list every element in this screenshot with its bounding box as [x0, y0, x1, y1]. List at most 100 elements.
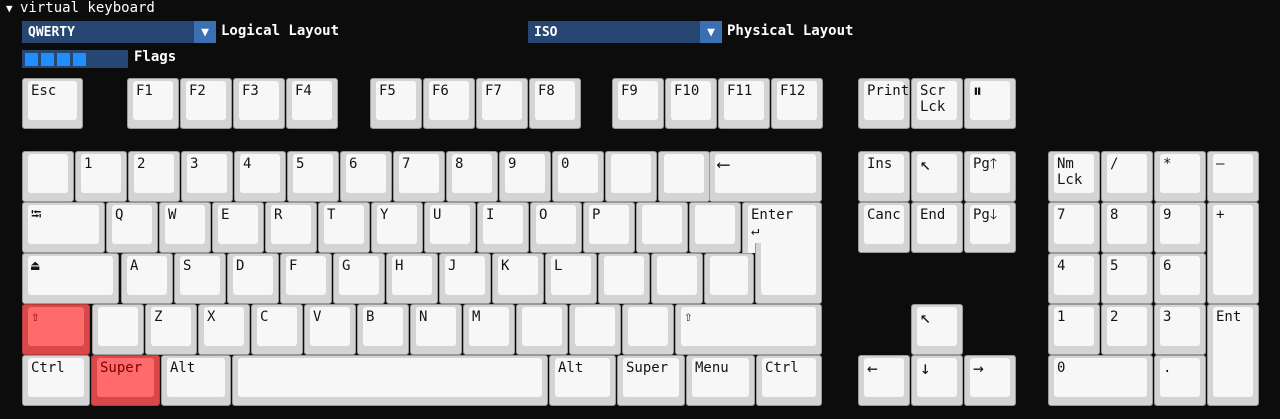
key-kp-enter[interactable]: Ent [1207, 304, 1259, 406]
key-print[interactable]: Print [858, 78, 910, 129]
key-v[interactable]: V [304, 304, 356, 355]
key-right-bracket[interactable] [689, 202, 741, 253]
key-kp-6[interactable]: 6 [1154, 253, 1206, 304]
key-kp-0[interactable]: 0 [1048, 355, 1153, 406]
key-q[interactable]: Q [106, 202, 158, 253]
key-kp-decimal[interactable]: . [1154, 355, 1206, 406]
key-c[interactable]: C [251, 304, 303, 355]
key-u[interactable]: U [424, 202, 476, 253]
key-pause[interactable]: ⏸ [964, 78, 1016, 129]
key-num-lock[interactable]: Nm Lck [1048, 151, 1100, 202]
key-slash[interactable] [622, 304, 674, 355]
key-caps-lock[interactable]: ⏏ [22, 253, 119, 304]
key-period[interactable] [569, 304, 621, 355]
key-f[interactable]: F [280, 253, 332, 304]
key-left-bracket[interactable] [636, 202, 688, 253]
key-kp-9[interactable]: 9 [1154, 202, 1206, 253]
logical-layout-combo[interactable]: QWERTY ▼ [22, 21, 216, 43]
key-page-down[interactable]: Pg🡓 [964, 202, 1016, 253]
key-backspace[interactable]: ⟵ [709, 151, 822, 202]
key-z[interactable]: Z [145, 304, 197, 355]
key-comma[interactable] [516, 304, 568, 355]
key-kp-5[interactable]: 5 [1101, 253, 1153, 304]
key-kp-divide[interactable]: / [1101, 151, 1153, 202]
key-h[interactable]: H [386, 253, 438, 304]
key-f8[interactable]: F8 [529, 78, 581, 129]
key-b[interactable]: B [357, 304, 409, 355]
key-iso-backslash[interactable] [92, 304, 144, 355]
flag-checkbox[interactable] [57, 52, 70, 66]
key-arrow-up[interactable]: ↖ [911, 304, 963, 355]
key-f7[interactable]: F7 [476, 78, 528, 129]
key-r[interactable]: R [265, 202, 317, 253]
key-quote[interactable] [651, 253, 703, 304]
key-alt-gr[interactable]: Alt [549, 355, 616, 406]
key-f4[interactable]: F4 [286, 78, 338, 129]
key-kp-3[interactable]: 3 [1154, 304, 1206, 355]
key-scroll-lock[interactable]: Scr Lck [911, 78, 963, 129]
key-f12[interactable]: F12 [771, 78, 823, 129]
key-kp-1[interactable]: 1 [1048, 304, 1100, 355]
key-kp-7[interactable]: 7 [1048, 202, 1100, 253]
key-home[interactable]: ↖ [911, 151, 963, 202]
key-menu[interactable]: Menu [686, 355, 755, 406]
chevron-down-icon[interactable]: ▼ [194, 21, 216, 43]
key-page-up[interactable]: Pg🡑 [964, 151, 1016, 202]
key-enter-lower[interactable] [755, 243, 822, 304]
key-grave[interactable] [22, 151, 74, 202]
key-arrow-left[interactable]: ← [858, 355, 910, 406]
key-minus[interactable] [605, 151, 657, 202]
section-header[interactable]: ▼ virtual keyboard [6, 0, 155, 16]
key-f9[interactable]: F9 [612, 78, 664, 129]
key-a[interactable]: A [121, 253, 173, 304]
key-3[interactable]: 3 [181, 151, 233, 202]
key-w[interactable]: W [159, 202, 211, 253]
key-f6[interactable]: F6 [423, 78, 475, 129]
key-t[interactable]: T [318, 202, 370, 253]
key-1[interactable]: 1 [75, 151, 127, 202]
key-0[interactable]: 0 [552, 151, 604, 202]
key-m[interactable]: M [463, 304, 515, 355]
key-i[interactable]: I [477, 202, 529, 253]
key-l[interactable]: L [545, 253, 597, 304]
key-y[interactable]: Y [371, 202, 423, 253]
key-arrow-down[interactable]: ↓ [911, 355, 963, 406]
key-4[interactable]: 4 [234, 151, 286, 202]
key-tab[interactable]: ⭾ [22, 202, 105, 253]
key-right-ctrl[interactable]: Ctrl [756, 355, 822, 406]
key-p[interactable]: P [583, 202, 635, 253]
chevron-down-icon[interactable]: ▼ [700, 21, 722, 43]
flags-field[interactable] [22, 50, 128, 68]
key-e[interactable]: E [212, 202, 264, 253]
key-semicolon[interactable] [598, 253, 650, 304]
key-k[interactable]: K [492, 253, 544, 304]
key-kp-8[interactable]: 8 [1101, 202, 1153, 253]
key-n[interactable]: N [410, 304, 462, 355]
key-g[interactable]: G [333, 253, 385, 304]
key-end[interactable]: End [911, 202, 963, 253]
key-6[interactable]: 6 [340, 151, 392, 202]
key-5[interactable]: 5 [287, 151, 339, 202]
key-o[interactable]: O [530, 202, 582, 253]
key-7[interactable]: 7 [393, 151, 445, 202]
physical-layout-combo[interactable]: ISO ▼ [528, 21, 722, 43]
key-right-super[interactable]: Super [617, 355, 685, 406]
flag-checkbox[interactable] [25, 52, 38, 66]
key-8[interactable]: 8 [446, 151, 498, 202]
key-x[interactable]: X [198, 304, 250, 355]
key-space[interactable] [232, 355, 548, 406]
key-kp-multiply[interactable]: * [1154, 151, 1206, 202]
key-right-shift[interactable]: ⇧ [675, 304, 822, 355]
key-super[interactable]: Super [91, 355, 160, 406]
key-f11[interactable]: F11 [718, 78, 770, 129]
key-left-shift[interactable]: ⇧ [22, 304, 90, 355]
key-f1[interactable]: F1 [127, 78, 179, 129]
key-f2[interactable]: F2 [180, 78, 232, 129]
key-d[interactable]: D [227, 253, 279, 304]
key-left-ctrl[interactable]: Ctrl [22, 355, 90, 406]
key-f5[interactable]: F5 [370, 78, 422, 129]
flag-checkbox[interactable] [73, 52, 86, 66]
flag-checkbox[interactable] [41, 52, 54, 66]
key-delete[interactable]: Canc [858, 202, 910, 253]
key-insert[interactable]: Ins [858, 151, 910, 202]
